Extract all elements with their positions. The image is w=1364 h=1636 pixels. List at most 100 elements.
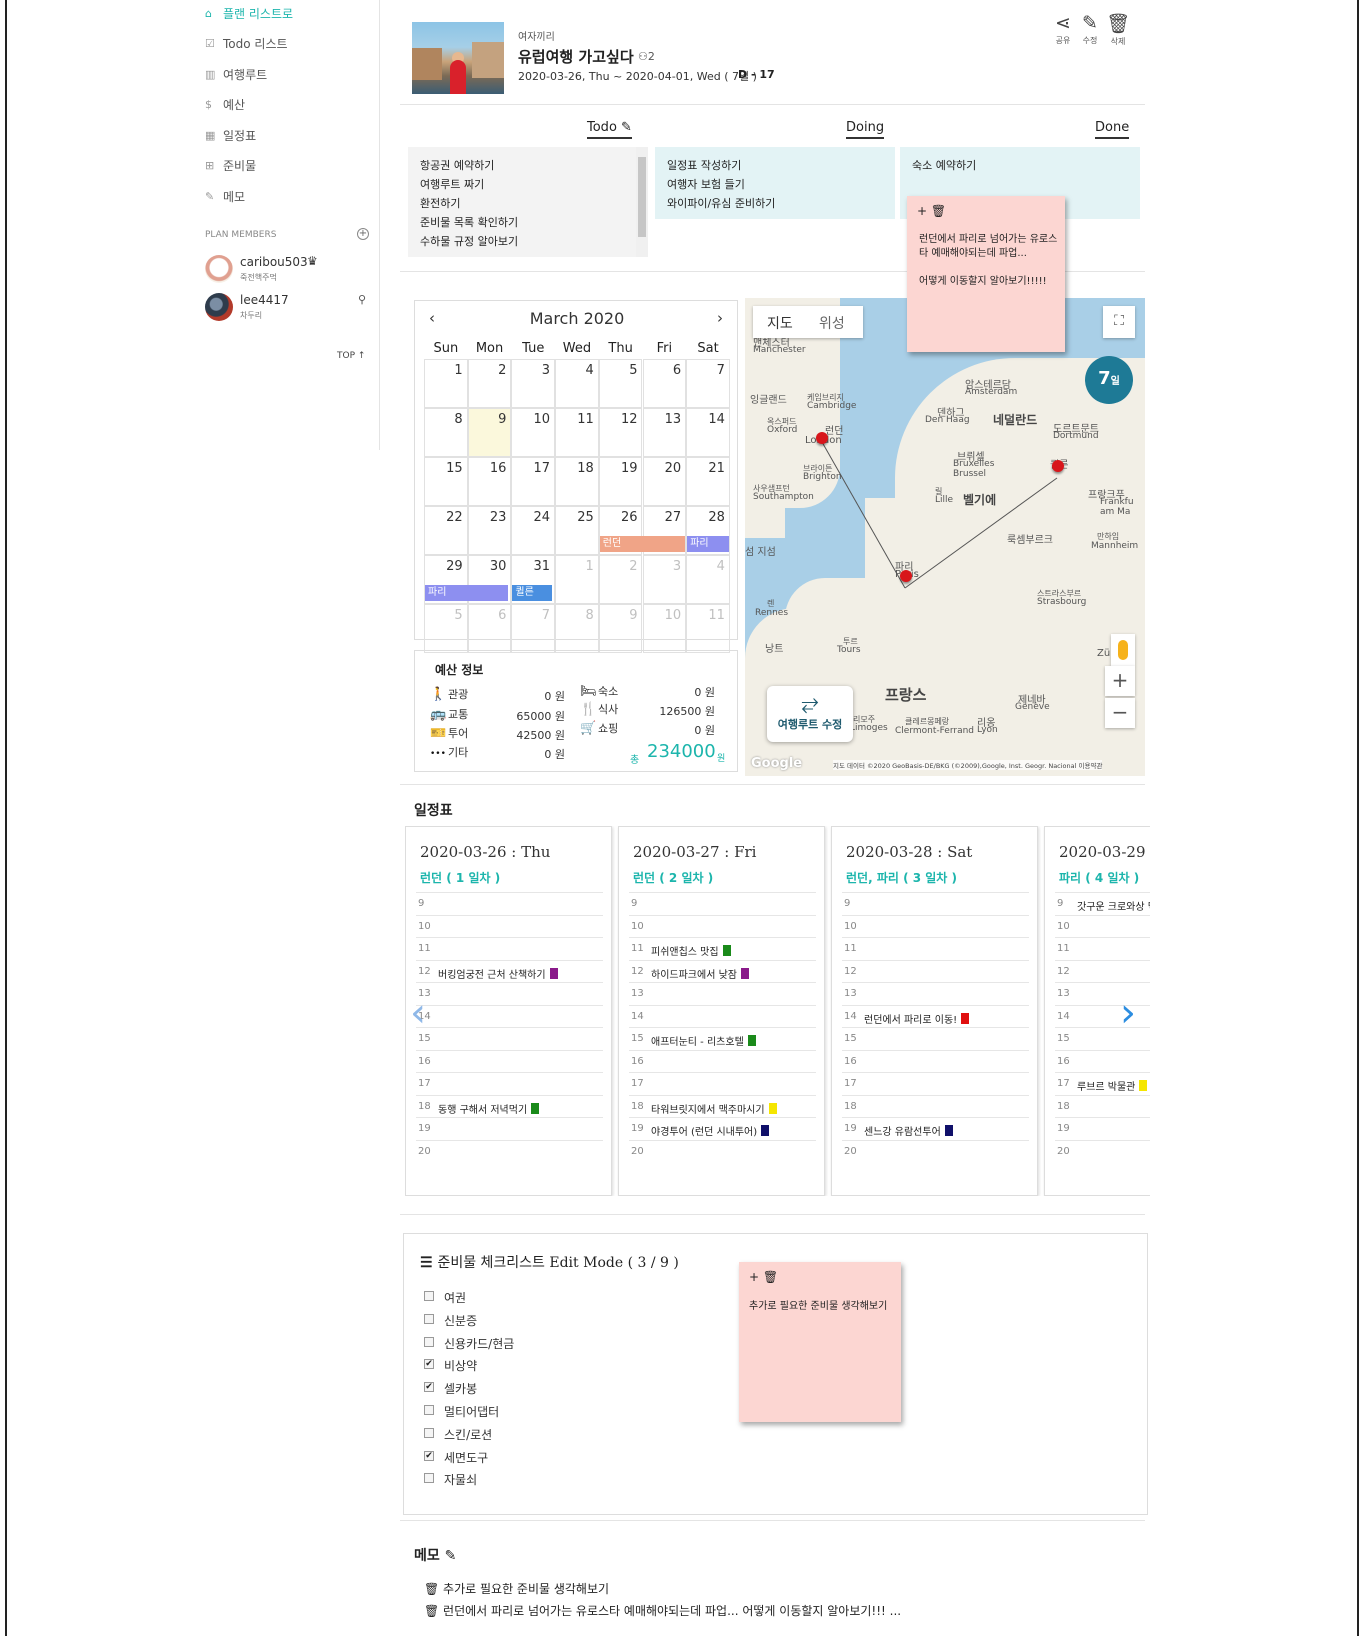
time-slot[interactable]: 9 xyxy=(629,892,816,915)
calendar-day[interactable]: 9 xyxy=(598,604,643,653)
todo-item[interactable]: 여행루트 짜기 xyxy=(420,176,484,192)
calendar-day[interactable]: 23 xyxy=(467,506,512,555)
calendar-day[interactable]: 13 xyxy=(642,408,687,457)
time-slot[interactable]: 13 xyxy=(842,982,1029,1005)
sticky-note[interactable]: + 🗑 추가로 필요한 준비물 생각해보기 xyxy=(739,1262,901,1422)
time-slot[interactable]: 14 xyxy=(416,1004,603,1028)
calendar-day[interactable]: 4 xyxy=(686,555,730,604)
time-slot[interactable]: 9 xyxy=(416,892,603,915)
calendar-day[interactable]: 6 xyxy=(642,359,687,408)
memo-item[interactable]: 🗑 추가로 필요한 준비물 생각해보기 xyxy=(424,1580,609,1597)
sidebar-item-budget[interactable]: $ 예산 xyxy=(205,93,245,115)
doing-column[interactable]: 일정표 작성하기 여행자 보험 들기 와이파이/유심 준비하기 xyxy=(655,147,895,219)
checkbox[interactable] xyxy=(424,1336,434,1347)
time-slot[interactable]: 9 갓구운 크로와상 먹 xyxy=(1055,892,1150,915)
checkbox[interactable] xyxy=(424,1427,434,1438)
map-pin-paris[interactable] xyxy=(900,570,912,582)
calendar-event[interactable]: 런던 xyxy=(599,536,686,552)
time-slot[interactable]: 10 xyxy=(416,914,603,938)
time-slot[interactable]: 16 xyxy=(629,1049,816,1073)
sidebar-item-memo[interactable]: ✎ 메모 xyxy=(205,185,245,207)
top-link[interactable]: TOP ↑ xyxy=(337,351,365,361)
time-slot[interactable]: 18 xyxy=(842,1094,1029,1118)
calendar-day[interactable]: 1 xyxy=(424,359,468,408)
time-slot[interactable]: 16 xyxy=(842,1049,1029,1073)
fullscreen-icon[interactable]: ⛶ xyxy=(1103,306,1135,338)
time-slot[interactable]: 18 xyxy=(1055,1094,1150,1118)
calendar-day[interactable]: 12 xyxy=(598,408,643,457)
time-slot[interactable]: 9 xyxy=(842,892,1029,915)
add-member-button[interactable]: + xyxy=(357,228,369,240)
time-slot[interactable]: 16 xyxy=(1055,1049,1150,1073)
checkbox[interactable] xyxy=(424,1473,434,1484)
todo-column-title[interactable]: Todo ✎ xyxy=(587,120,632,139)
calendar-event[interactable]: 퀼른 xyxy=(512,585,553,601)
todo-scrollbar[interactable] xyxy=(636,147,648,257)
calendar-day[interactable]: 5 xyxy=(424,604,468,653)
checkbox[interactable]: ✔ xyxy=(424,1359,434,1370)
time-slot[interactable]: 11 xyxy=(842,937,1029,960)
calendar-day[interactable]: 16 xyxy=(467,457,512,506)
calendar-day[interactable]: 1 xyxy=(555,555,599,604)
time-slot[interactable]: 10 xyxy=(1055,914,1150,938)
map-tab-satellite[interactable]: 위성 xyxy=(819,313,845,333)
time-slot[interactable]: 12 xyxy=(842,959,1029,983)
delete-button[interactable]: 🗑 삭제 xyxy=(1105,12,1131,47)
time-slot[interactable]: 19 xyxy=(1055,1117,1150,1140)
time-slot[interactable]: 12 하이드파크에서 낮잠 xyxy=(629,959,816,983)
time-slot[interactable]: 20 xyxy=(1055,1139,1150,1163)
calendar-day[interactable]: 24 xyxy=(511,506,556,555)
time-slot[interactable]: 19 야경투어 (런던 시내투어) xyxy=(629,1117,816,1140)
calendar-day[interactable]: 25 xyxy=(555,506,599,555)
time-slot[interactable]: 15 애프터눈티 - 리츠호텔 xyxy=(629,1027,816,1050)
calendar-day[interactable]: 18 xyxy=(555,457,599,506)
map-pin-london[interactable] xyxy=(816,432,828,444)
day-card[interactable]: 2020-03-27 : Fri 런던 ( 2 일차 ) 9 10 11 피쉬앤칩스 맛집… xyxy=(618,826,825,1196)
calendar-day[interactable]: 11 xyxy=(686,604,730,653)
member-item[interactable]: caribou503 ♛ 죽전핵주먹 xyxy=(205,254,375,287)
sidebar-item-schedule[interactable]: ▦ 일정표 xyxy=(205,124,256,146)
route-map[interactable]: 맨체스터 Manchester 잉글랜드 케임브리지 Cambridge 옥스퍼… xyxy=(745,298,1145,776)
checkbox[interactable] xyxy=(424,1405,434,1415)
map-attribution[interactable]: 지도 데이터 ©2020 GeoBasis-DE/BKG (©2009),Goo… xyxy=(833,760,1103,770)
sticky-tools[interactable]: + 🗑 xyxy=(917,204,946,218)
time-slot[interactable]: 15 xyxy=(416,1027,603,1050)
map-tab-map[interactable]: 지도 xyxy=(767,313,793,333)
time-slot[interactable]: 17 xyxy=(416,1072,603,1095)
calendar-day[interactable]: 3 xyxy=(511,359,556,408)
calendar-day[interactable]: 8 xyxy=(424,408,468,457)
time-slot[interactable]: 20 xyxy=(629,1139,816,1163)
edit-route-button[interactable]: ⥂ 여행루트 수정 xyxy=(767,686,853,742)
calendar-event[interactable]: 파리 xyxy=(687,536,729,552)
calendar-day[interactable]: 7 xyxy=(686,359,730,408)
trash-icon[interactable]: 🗑 xyxy=(931,204,946,218)
time-slot[interactable]: 20 xyxy=(416,1139,603,1163)
calendar-day[interactable]: 7 xyxy=(511,604,556,653)
calendar-day[interactable]: 10 xyxy=(511,408,556,457)
time-slot[interactable]: 10 xyxy=(842,914,1029,938)
calendar-day[interactable]: 10 xyxy=(642,604,687,653)
sidebar-item-plan-list[interactable]: ⌂ 플랜 리스트로 xyxy=(205,2,293,24)
time-slot[interactable]: 11 피쉬앤칩스 맛집 xyxy=(629,937,816,960)
time-slot[interactable]: 15 xyxy=(842,1027,1029,1050)
share-button[interactable]: ⋖ 공유 xyxy=(1050,12,1076,46)
calendar-day[interactable]: 2 xyxy=(598,555,643,604)
todo-item[interactable]: 환전하기 xyxy=(420,195,460,211)
calendar-next-button[interactable]: › xyxy=(717,309,723,327)
time-slot[interactable]: 13 xyxy=(629,982,816,1005)
day-card[interactable]: 2020-03-28 : Sat 런던, 파리 ( 3 일차 ) 9 10 11 12 13… xyxy=(831,826,1038,1196)
done-item[interactable]: 숙소 예약하기 xyxy=(912,157,976,173)
checkbox[interactable] xyxy=(424,1313,434,1324)
sidebar-item-route[interactable]: ▥ 여행루트 xyxy=(205,63,267,85)
time-slot[interactable]: 20 xyxy=(842,1139,1029,1163)
edit-button[interactable]: ✎ 수정 xyxy=(1077,12,1103,46)
zoom-out-button[interactable]: − xyxy=(1105,698,1135,728)
time-slot[interactable]: 11 xyxy=(1055,937,1150,960)
time-slot[interactable]: 17 루브르 박물관 xyxy=(1055,1072,1150,1095)
zoom-in-button[interactable]: + xyxy=(1105,666,1135,696)
doing-item[interactable]: 일정표 작성하기 xyxy=(667,157,741,173)
calendar-day[interactable]: 6 xyxy=(467,604,512,653)
time-slot[interactable]: 18 동행 구해서 저녁먹기 xyxy=(416,1094,603,1118)
time-slot[interactable]: 13 xyxy=(416,982,603,1005)
calendar-day[interactable]: 22 xyxy=(424,506,468,555)
